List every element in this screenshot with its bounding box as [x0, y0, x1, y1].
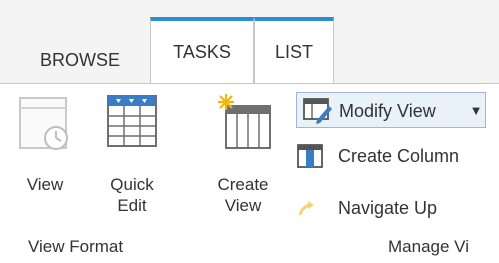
modify-view-icon	[303, 98, 332, 124]
create-view-label: Create View	[217, 175, 269, 215]
create-view-icon	[218, 94, 271, 149]
create-column-label: Create Column	[338, 146, 460, 166]
modify-view-label: Modify View	[339, 101, 436, 121]
quick-edit-label: Quick Edit	[110, 175, 154, 215]
chevron-down-icon[interactable]: ▼	[467, 93, 485, 129]
tab-browse[interactable]: BROWSE	[20, 36, 140, 84]
tab-list[interactable]: LIST	[254, 17, 334, 84]
navigate-up-button[interactable]: Navigate Up	[296, 190, 496, 226]
quick-edit-icon	[107, 95, 157, 147]
create-view-button[interactable]: Create View	[200, 94, 286, 224]
ribbon-divider	[0, 83, 499, 84]
create-column-icon	[297, 144, 323, 168]
view-icon	[19, 97, 68, 150]
group-label-view-format: View Format	[28, 237, 124, 256]
create-column-button[interactable]: Create Column	[296, 138, 496, 174]
group-label-manage-views: Manage Vi	[388, 237, 469, 256]
view-button-label: View	[26, 175, 64, 194]
tab-tasks[interactable]: TASKS	[150, 17, 254, 84]
view-button[interactable]: View	[12, 94, 78, 224]
navigate-up-icon	[298, 201, 314, 216]
navigate-up-label: Navigate Up	[338, 198, 438, 218]
quick-edit-button[interactable]: Quick Edit	[96, 94, 168, 224]
modify-view-button[interactable]: Modify View ▼	[296, 92, 486, 128]
